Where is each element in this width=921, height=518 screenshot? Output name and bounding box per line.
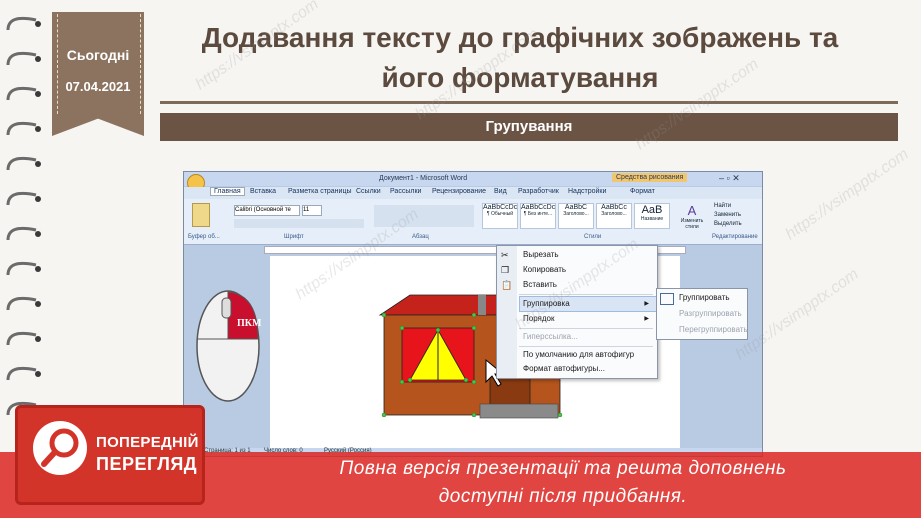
font-name-box[interactable]: Calibri (Основной те [234,205,300,216]
tab-view[interactable]: Вид [494,188,507,195]
replace-button[interactable]: Заменить [714,211,742,220]
banner-line2: доступні після придбання. [438,486,688,507]
preview-badge-line2: ПЕРЕГЛЯД [96,454,198,474]
change-styles-icon: A [687,203,697,218]
style-normal[interactable]: AaBbCcDc ¶ Обычный [482,203,518,229]
group-styles-label: Стили [584,234,602,240]
style-name: ¶ Без инте... [523,211,553,217]
window-title: Документ1 - Microsoft Word [379,175,468,182]
group-clipboard-label: Буфер об... [188,234,220,240]
font-format-buttons[interactable] [234,219,364,228]
menu-separator [519,294,653,295]
date-ribbon-stitching [57,14,141,114]
preview-badge-line1: ПОПЕРЕДНІЙ [96,434,199,451]
group-paragraph-label: Абзац [412,234,429,240]
style-title[interactable]: AaB Название [634,203,670,229]
style-name: ¶ Обычный [486,211,514,217]
style-heading2[interactable]: AaBbCc Заголово... [596,203,632,229]
tab-review[interactable]: Рецензирование [432,188,486,195]
slide-title-line2: його форматування [381,62,659,93]
style-preview: AaB [641,204,663,216]
menu-cut[interactable]: Вырезать [523,250,559,259]
ribbon-tabs: Главная Вставка Разметка страницы Ссылки… [184,187,762,199]
find-button[interactable]: Найти [714,202,742,211]
group-icon [660,293,674,305]
tab-references[interactable]: Ссылки [356,188,381,195]
tab-addins[interactable]: Надстройки [568,188,606,195]
editing-group: Найти Заменить Выделить [714,202,742,229]
menu-separator [519,328,653,329]
style-name: Заголово... [601,211,627,217]
change-styles-label: Изменить стили [680,218,704,230]
tab-layout[interactable]: Разметка страницы [288,188,352,195]
change-styles-button[interactable]: A Изменить стили [678,203,706,230]
paragraph-buttons[interactable] [374,205,474,227]
tab-developer[interactable]: Разработчик [518,188,559,195]
group-font-label: Шрифт [284,234,304,240]
mouse-label: ПКМ [237,318,262,329]
menu-paste[interactable]: Вставить [523,280,557,289]
menu-hyperlink: Гиперссылка... [523,332,578,341]
copy-icon: ❐ [501,265,510,275]
submenu-group[interactable]: Группировать [679,293,730,302]
style-name: Название [640,216,664,222]
window-controls[interactable]: – ▫ ✕ [719,173,740,184]
steps-shape[interactable] [479,403,559,419]
tab-format[interactable]: Формат [630,188,655,195]
style-heading1[interactable]: AaBbC Заголово... [558,203,594,229]
banner-line1: Повна версія презентації та решта доповн… [339,458,787,479]
word-titlebar: Документ1 - Microsoft Word Средства рисо… [184,172,762,186]
date-value: 07.04.2021 [65,79,131,94]
drawing-tools-label: Средства рисования [612,173,688,182]
group-editing-label: Редактирование [712,234,758,240]
ribbon: Calibri (Основной те 11 AaBbCcDc ¶ Обычны… [184,199,762,245]
tab-insert[interactable]: Вставка [250,188,276,195]
submenu-ungroup: Разгруппировать [679,309,742,318]
font-size-box[interactable]: 11 [302,205,322,216]
word-screenshot: Документ1 - Microsoft Word Средства рисо… [183,171,763,457]
style-name: Заголово... [563,211,589,217]
context-menu-icon-column: ✂ ❐ 📋 [497,246,517,378]
tab-home[interactable]: Главная [210,187,245,196]
mouse-illustration [196,290,260,402]
slide-title: Додавання тексту до графічних зображень … [160,18,880,98]
submenu-regroup: Перегруппировать [679,325,748,334]
style-preview: AaBbCcDc [483,204,518,211]
submenu-arrow-icon: ▶ [644,316,649,322]
menu-copy[interactable]: Копировать [523,265,566,274]
menu-autoshape-default[interactable]: По умолчанию для автофигур [523,350,634,359]
section-heading: Групування [160,113,898,141]
menu-grouping[interactable]: Группировка [523,299,570,308]
select-button[interactable]: Выделить [714,220,742,229]
style-no-spacing[interactable]: AaBbCcDc ¶ Без инте... [520,203,556,229]
slide-title-line1: Додавання тексту до графічних зображень … [201,22,839,53]
magnifier-icon [33,421,87,475]
style-preview: AaBbCc [601,204,627,211]
style-preview: AaBbC [564,204,588,211]
style-preview: AaBbCcDc [521,204,556,211]
context-menu: ✂ ❐ 📋 Вырезать Копировать Вставить Групп… [496,245,658,379]
paste-icon[interactable] [192,203,210,227]
cut-icon: ✂ [501,250,509,260]
menu-order[interactable]: Порядок [523,314,555,323]
roof-shape[interactable] [378,294,506,316]
grouping-submenu: Группировать Разгруппировать Перегруппир… [656,288,748,340]
title-divider [160,101,898,104]
tab-mailings[interactable]: Рассылки [390,188,421,195]
menu-format-autoshape[interactable]: Формат автофигуры... [523,364,605,373]
date-label: Сьогодні [66,47,130,63]
menu-separator [519,346,653,347]
paste-icon: 📋 [501,280,513,290]
chimney-shape[interactable] [478,295,486,315]
submenu-arrow-icon: ▶ [644,301,649,307]
